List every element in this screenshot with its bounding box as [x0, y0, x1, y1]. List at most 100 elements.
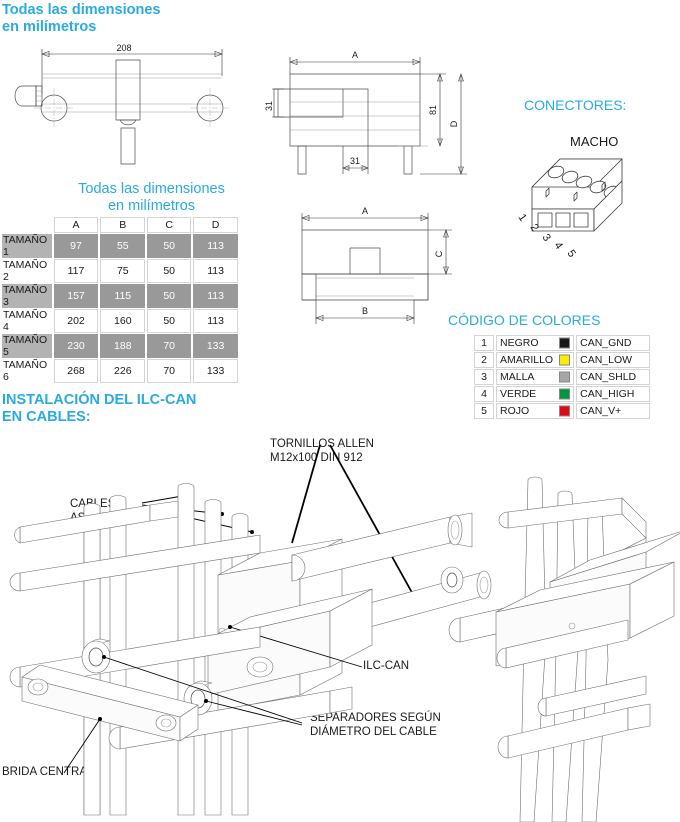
color-name-cell: VERDE [496, 386, 575, 402]
table-row: TAMAÑO 5 230 188 70 133 [2, 334, 238, 358]
color-name: MALLA [500, 371, 535, 383]
drawing-installation-left [9, 444, 492, 816]
table-row: TAMAÑO 2 117 75 50 113 [2, 259, 238, 283]
heading-instalacion: INSTALACIÓN DEL ILC-CAN EN CABLES: [2, 392, 197, 425]
row-label: TAMAÑO 4 [3, 309, 48, 333]
connector-pin-1: 1 [516, 212, 529, 224]
cell-C: 50 [147, 259, 192, 283]
cell-C: 70 [147, 359, 192, 383]
cell-A: 202 [53, 309, 99, 333]
cell-C: 50 [147, 284, 192, 308]
dimension-31-horizontal: 31 [350, 156, 360, 166]
drawing-connector-macho: 1 2 3 4 5 [516, 158, 623, 260]
color-name: NEGRO [500, 337, 539, 349]
cell-B: 115 [100, 284, 146, 308]
color-row: 2 AMARILLO CAN_LOW [474, 352, 651, 368]
cell-A: 268 [53, 359, 99, 383]
color-pin: 5 [474, 403, 494, 419]
table-row: TAMAÑO 4 202 160 50 113 [2, 309, 238, 333]
color-swatch-amarillo [559, 354, 571, 366]
table-corner-cell [2, 217, 52, 233]
color-swatch-verde [559, 388, 571, 400]
cell-A: 97 [53, 234, 99, 258]
page-root: Todas las dimensiones en milímetros 208 [0, 0, 680, 822]
color-name-cell: ROJO [496, 403, 575, 419]
color-row: 1 NEGRO CAN_GND [474, 335, 651, 351]
color-name-cell: MALLA [496, 369, 575, 385]
cell-D: 113 [193, 309, 238, 333]
color-code-table: 1 NEGRO CAN_GND 2 AMARILLO CAN_LOW 3 MAL… [472, 334, 652, 420]
cell-D: 133 [193, 334, 238, 358]
drawing-side-view: A 31 31 81 D [264, 50, 467, 175]
dimension-A-side: A [352, 50, 358, 60]
connector-pin-5: 5 [565, 248, 578, 260]
color-name: AMARILLO [500, 354, 554, 366]
table-row: TAMAÑO 6 268 226 70 133 [2, 359, 238, 383]
cell-B: 75 [100, 259, 146, 283]
connector-pin-3: 3 [540, 232, 553, 244]
cell-A: 230 [53, 334, 99, 358]
cell-D: 113 [193, 234, 238, 258]
dimension-B: B [362, 306, 368, 316]
cell-C: 50 [147, 309, 192, 333]
row-label: TAMAÑO 5 [2, 334, 52, 358]
table-row: TAMAÑO 3 157 115 50 113 [2, 284, 238, 308]
dimension-81: 81 [428, 105, 438, 115]
color-pin: 3 [474, 369, 494, 385]
cell-B: 188 [100, 334, 146, 358]
spacer-ring-right-detached [440, 566, 464, 594]
color-pin: 1 [474, 335, 494, 351]
drawing-front-view: A C B [301, 206, 452, 324]
dimensions-table: A B C D TAMAÑO 1 97 55 50 113 TAMAÑO 2 1… [0, 216, 240, 384]
table-row: TAMAÑO 1 97 55 50 113 [2, 234, 238, 258]
color-signal: CAN_V+ [576, 403, 651, 419]
color-signal: CAN_GND [576, 335, 651, 351]
heading-codigo-de-colores: CÓDIGO DE COLORES [448, 312, 601, 328]
color-signal: CAN_SHLD [576, 369, 651, 385]
column-header-D: D [193, 217, 238, 233]
cell-C: 70 [147, 334, 192, 358]
heading-dimensions-top: Todas las dimensiones en milímetros [2, 2, 161, 35]
dimension-C: C [434, 250, 444, 257]
column-header-C: C [147, 217, 192, 233]
color-name: ROJO [500, 405, 530, 417]
row-label: TAMAÑO 3 [2, 284, 52, 308]
cell-B: 160 [100, 309, 146, 333]
color-swatch-rojo [559, 405, 571, 417]
connector-pin-4: 4 [552, 240, 565, 252]
column-header-B: B [100, 217, 146, 233]
dimension-31-vertical: 31 [264, 101, 274, 111]
dimension-A-front: A [362, 206, 368, 216]
cell-B: 226 [100, 359, 146, 383]
color-name-cell: NEGRO [496, 335, 575, 351]
color-signal: CAN_LOW [576, 352, 651, 368]
connector-pin-2: 2 [528, 222, 541, 234]
dimension-208: 208 [116, 43, 131, 53]
row-label: TAMAÑO 2 [3, 259, 48, 283]
heading-connectores: CONECTORES: [524, 97, 627, 113]
color-row: 5 ROJO CAN_V+ [474, 403, 651, 419]
color-name-cell: AMARILLO [496, 352, 575, 368]
dimension-D: D [449, 120, 459, 127]
cell-C: 50 [147, 234, 192, 258]
drawing-plan-view: 208 [14, 43, 230, 165]
cell-D: 133 [193, 359, 238, 383]
cell-A: 117 [53, 259, 99, 283]
color-signal: CAN_HIGH [576, 386, 651, 402]
column-header-A: A [53, 217, 99, 233]
color-row: 4 VERDE CAN_HIGH [474, 386, 651, 402]
color-pin: 4 [474, 386, 494, 402]
drawing-installation-right [440, 476, 680, 822]
heading-dimensions-table: Todas las dimensiones en milímetros [78, 181, 225, 214]
color-swatch-negro [559, 337, 571, 349]
color-name: VERDE [500, 388, 537, 400]
cell-D: 113 [193, 259, 238, 283]
cell-B: 55 [100, 234, 146, 258]
color-swatch-malla [559, 371, 571, 383]
row-label: TAMAÑO 6 [3, 359, 48, 383]
cell-D: 113 [193, 284, 238, 308]
table-header-row: A B C D [2, 217, 238, 233]
color-row: 3 MALLA CAN_SHLD [474, 369, 651, 385]
cell-A: 157 [53, 284, 99, 308]
color-pin: 2 [474, 352, 494, 368]
